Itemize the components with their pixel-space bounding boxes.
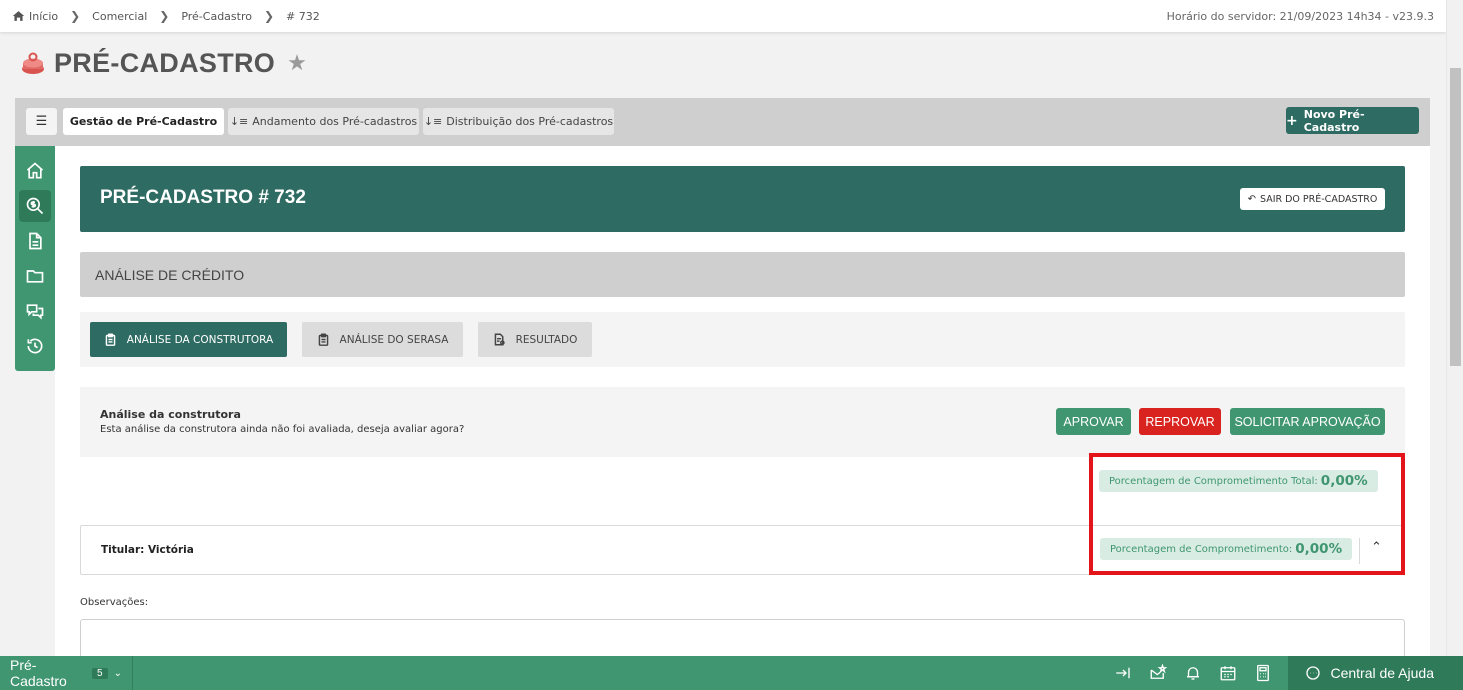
alerts-button[interactable] <box>1175 656 1210 690</box>
exit-pre-cadastro-button[interactable]: ↶ SAIR DO PRÉ-CADASTRO <box>1240 188 1385 210</box>
arrow-to-right-icon <box>1116 667 1130 679</box>
footer-icons: Central de Ajuda <box>1105 656 1463 690</box>
bottom-bar: Pré-Cadastro 5 ⌄ Central de Ajuda <box>0 656 1463 690</box>
sort-icon: ↓≡ <box>229 115 249 128</box>
top-bar: Início ❯ Comercial ❯ Pré-Cadastro ❯ # 73… <box>0 0 1446 32</box>
breadcrumb-item-pre-cadastro[interactable]: Pré-Cadastro <box>181 10 252 23</box>
chevron-down-icon: ⌄ <box>113 667 122 679</box>
chevron-right-icon: ❯ <box>263 9 275 23</box>
home-icon <box>12 11 25 21</box>
chat-bubble-icon <box>1306 666 1321 680</box>
breadcrumb-item-home[interactable]: Início <box>29 10 58 23</box>
new-button-label: Novo Pré-Cadastro <box>1303 107 1365 134</box>
side-nav <box>15 146 55 371</box>
analysis-tabs: ANÁLISE DA CONSTRUTORA ANÁLISE DO SERASA… <box>80 312 1405 367</box>
collapse-button[interactable] <box>1105 656 1140 690</box>
tab-analise-serasa[interactable]: ANÁLISE DO SERASA <box>302 322 463 357</box>
tab-analise-construtora[interactable]: ANÁLISE DA CONSTRUTORA <box>90 322 287 357</box>
tab-label: RESULTADO <box>515 333 578 346</box>
undo-icon: ↶ <box>1247 193 1256 205</box>
calendar-button[interactable] <box>1210 656 1245 690</box>
document-icon <box>29 232 42 250</box>
chevron-right-icon: ❯ <box>159 9 170 23</box>
new-pre-cadastro-button[interactable]: + Novo Pré-Cadastro <box>1286 107 1419 134</box>
module-name: Pré-Cadastro <box>10 657 67 689</box>
tab-label: ANÁLISE DO SERASA <box>339 333 449 346</box>
tab-label: Distribuição dos Pré-cadastros <box>446 115 614 128</box>
notifications-mail-button[interactable] <box>1140 656 1175 690</box>
clipboard-icon <box>318 333 328 346</box>
vertical-scrollbar[interactable] <box>1446 0 1463 656</box>
construtora-analysis-panel: Análise da construtora Esta análise da c… <box>80 387 1405 457</box>
sidenav-item-credit[interactable] <box>19 190 51 222</box>
sidenav-item-documents[interactable] <box>19 225 51 257</box>
mail-star-icon <box>1150 664 1167 679</box>
approve-button[interactable]: APROVAR <box>1056 408 1131 435</box>
titular-label: Titular: Victória <box>101 544 194 556</box>
scrollbar-thumb[interactable] <box>1450 68 1461 366</box>
calendar-icon <box>1220 666 1236 681</box>
star-icon[interactable]: ★ <box>287 51 307 76</box>
tab-resultado[interactable]: RESULTADO <box>478 322 592 357</box>
sidenav-item-home[interactable] <box>19 155 51 187</box>
credit-search-icon <box>26 197 44 215</box>
help-center-button[interactable]: Central de Ajuda <box>1288 656 1463 690</box>
analysis-description: Esta análise da construtora ainda não fo… <box>100 424 465 435</box>
pre-cadastro-header: PRÉ-CADASTRO # 732 ↶ SAIR DO PRÉ-CADASTR… <box>80 166 1405 232</box>
chat-icon <box>26 304 44 320</box>
home-icon <box>26 162 44 179</box>
chevron-right-icon: ❯ <box>70 9 81 23</box>
menu-button[interactable]: ☰ <box>26 108 57 135</box>
calculator-icon <box>1257 664 1269 682</box>
tabs-bar: ☰ Gestão de Pré-Cadastro ↓≡ Andamento do… <box>15 98 1430 146</box>
tab-distribuicao[interactable]: ↓≡ Distribuição dos Pré-cadastros <box>423 108 614 135</box>
breadcrumb-home[interactable]: Início <box>12 10 58 23</box>
pre-cadastro-title: PRÉ-CADASTRO # 732 <box>100 187 306 208</box>
clipboard-icon <box>105 333 116 346</box>
sort-icon: ↓≡ <box>423 115 443 128</box>
breadcrumb-item-current: # 732 <box>286 9 320 23</box>
sidenav-item-chat[interactable] <box>19 295 51 327</box>
highlight-annotation <box>1089 453 1405 575</box>
request-approval-button[interactable]: SOLICITAR APROVAÇÃO <box>1230 408 1385 435</box>
breadcrumb-item-comercial[interactable]: Comercial <box>92 10 147 23</box>
page-title-row: PRÉ-CADASTRO ★ <box>20 48 307 79</box>
module-switcher[interactable]: Pré-Cadastro 5 ⌄ <box>0 656 133 690</box>
observations-label: Observações: <box>80 597 149 608</box>
module-count: 5 <box>92 667 108 679</box>
tab-label: Gestão de Pré-Cadastro <box>69 115 218 128</box>
report-icon <box>494 333 505 346</box>
sidenav-item-folder[interactable] <box>19 260 51 292</box>
tab-andamento[interactable]: ↓≡ Andamento dos Pré-cadastros <box>228 108 419 135</box>
reject-button[interactable]: REPROVAR <box>1139 408 1221 435</box>
plus-icon: + <box>1286 112 1298 129</box>
tab-label: Andamento dos Pré-cadastros <box>252 115 418 128</box>
analysis-title: Análise da construtora <box>100 408 241 421</box>
folder-icon <box>26 270 44 283</box>
exit-button-label: SAIR DO PRÉ-CADASTRO <box>1259 193 1378 205</box>
server-time: Horário do servidor: 21/09/2023 14h34 - … <box>1166 9 1434 23</box>
history-icon <box>27 338 43 354</box>
page-title: PRÉ-CADASTRO <box>54 48 276 78</box>
tab-gestao[interactable]: Gestão de Pré-Cadastro <box>63 108 224 135</box>
section-title: ANÁLISE DE CRÉDITO <box>95 267 245 283</box>
bell-icon <box>1186 667 1199 680</box>
tab-label: ANÁLISE DA CONSTRUTORA <box>126 333 274 346</box>
module-logo-icon <box>22 52 44 74</box>
calculator-button[interactable] <box>1245 656 1280 690</box>
hamburger-icon: ☰ <box>35 114 48 129</box>
help-label: Central de Ajuda <box>1330 665 1434 681</box>
breadcrumb: Início ❯ Comercial ❯ Pré-Cadastro ❯ # 73… <box>12 9 320 23</box>
section-credit-analysis: ANÁLISE DE CRÉDITO <box>80 252 1405 297</box>
sidenav-item-history[interactable] <box>19 330 51 362</box>
